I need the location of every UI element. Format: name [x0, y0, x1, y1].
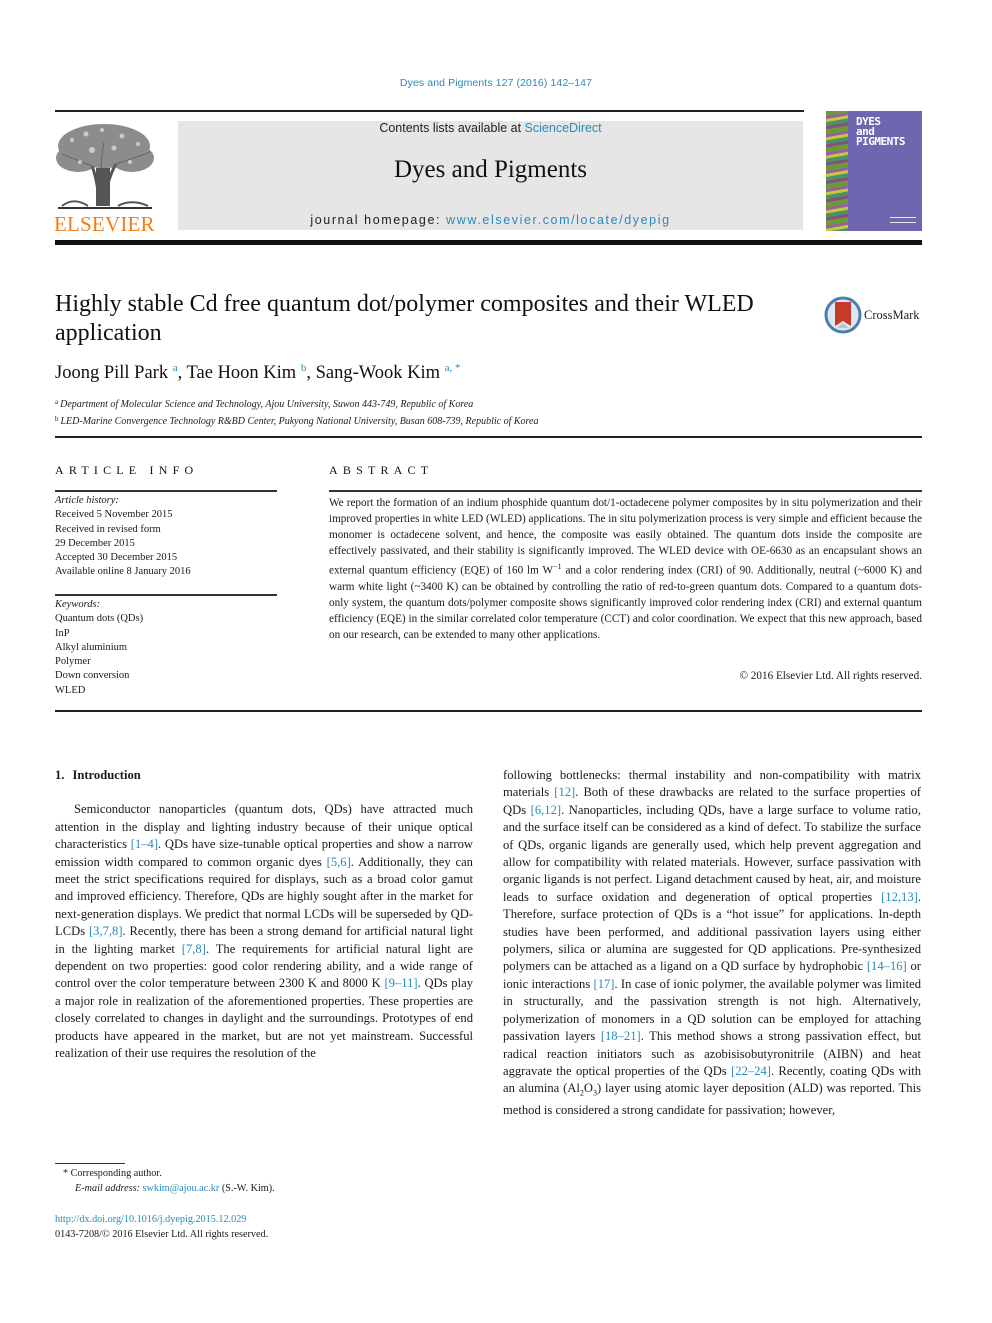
journal-homepage-link[interactable]: www.elsevier.com/locate/dyepig	[446, 213, 670, 227]
journal-name: Dyes and Pigments	[393, 156, 588, 183]
email-label: E-mail address:	[75, 1183, 143, 1194]
homepage-prefix: journal homepage:	[310, 213, 447, 227]
section-heading-introduction: 1. Introduction	[55, 767, 473, 784]
contents-prefix: Contents lists available at	[379, 121, 525, 135]
citation-link[interactable]: [12]	[554, 785, 575, 799]
corresponding-author-note: * Corresponding author.	[63, 1168, 162, 1179]
email-suffix: (S.-W. Kim).	[219, 1183, 275, 1194]
history-item: Received in revised form	[55, 523, 161, 535]
affil-text: Department of Molecular Science and Tech…	[60, 399, 474, 410]
citation-link[interactable]: [18–21]	[601, 1029, 641, 1043]
doi-link[interactable]: http://dx.doi.org/10.1016/j.dyepig.2015.…	[55, 1214, 246, 1225]
divider	[55, 710, 922, 712]
body-text: O	[583, 1081, 593, 1096]
cover-title-line: PIGMENTS	[856, 135, 905, 148]
divider	[55, 490, 277, 492]
cover-art-strip	[826, 111, 848, 231]
intro-paragraph: Semiconductor nanoparticles (quantum dot…	[55, 801, 473, 1062]
keyword-item: Down conversion	[55, 670, 130, 682]
citation-link[interactable]: [7,8]	[182, 942, 206, 956]
keywords-label: Keywords:	[55, 599, 101, 610]
keyword-item: Polymer	[55, 656, 91, 668]
citation-link[interactable]: [3,7,8]	[89, 924, 123, 938]
citation-link[interactable]: [22–24]	[731, 1064, 771, 1078]
article-history: Article history: Received 5 November 201…	[55, 494, 277, 580]
author-affil-mark[interactable]: a	[173, 362, 178, 374]
abstract-superscript: −1	[553, 562, 562, 571]
footnotes: * Corresponding author. E-mail address: …	[55, 1166, 275, 1196]
author-affil-mark[interactable]: b	[301, 362, 307, 374]
author-name[interactable]: Tae Hoon Kim	[187, 363, 297, 383]
abstract-body: We report the formation of an indium pho…	[329, 495, 922, 643]
issn-copyright: 0143-7208/© 2016 Elsevier Ltd. All right…	[55, 1229, 269, 1240]
divider	[55, 436, 922, 438]
keyword-item: WLED	[55, 684, 86, 696]
email-link[interactable]: swkim@ajou.ac.kr	[143, 1183, 220, 1194]
section-title: Introduction	[72, 768, 141, 782]
citation-link[interactable]: [5,6]	[327, 855, 351, 869]
doi-block: http://dx.doi.org/10.1016/j.dyepig.2015.…	[55, 1212, 268, 1242]
citation-link[interactable]: [9–11]	[384, 976, 417, 990]
crossmark-icon	[824, 296, 862, 334]
header-top-rule	[55, 110, 804, 112]
sciencedirect-link[interactable]: ScienceDirect	[525, 121, 602, 135]
author-affil-mark[interactable]: a, *	[445, 362, 461, 374]
keywords: Keywords: Quantum dots (QDs) InP Alkyl a…	[55, 598, 277, 698]
elsevier-wordmark: ELSEVIER	[54, 212, 155, 236]
divider	[329, 490, 922, 492]
body-text: . Nanoparticles, including QDs, have a l…	[503, 802, 921, 904]
body-column-left: 1. Introduction Semiconductor nanoparticl…	[55, 767, 473, 1063]
journal-citation-link[interactable]: Dyes and Pigments 127 (2016) 142–147	[0, 77, 992, 89]
article-title: Highly stable Cd free quantum dot/polyme…	[55, 291, 754, 346]
history-item: 29 December 2015	[55, 537, 135, 549]
abstract-heading: ABSTRACT	[329, 463, 434, 477]
footnote-divider	[55, 1163, 125, 1164]
affil-mark: a	[55, 398, 59, 406]
cover-title: DYES and PIGMENTS	[856, 116, 905, 148]
author-name[interactable]: Sang-Wook Kim	[316, 363, 440, 383]
journal-cover-image: DYES and PIGMENTS	[826, 111, 922, 231]
keyword-item: InP	[55, 627, 70, 639]
author-name[interactable]: Joong Pill Park	[55, 363, 168, 383]
citation-link[interactable]: [12,13]	[881, 890, 918, 904]
author-list: Joong Pill Park a, Tae Hoon Kim b, Sang-…	[55, 362, 461, 383]
email-note: E-mail address: swkim@ajou.ac.kr (S.-W. …	[55, 1181, 275, 1196]
citation-link[interactable]: [6,12]	[531, 803, 561, 817]
keyword-item: Quantum dots (QDs)	[55, 613, 144, 625]
contents-line: Contents lists available at ScienceDirec…	[178, 121, 803, 135]
cover-publisher-mark	[890, 217, 916, 223]
history-item: Accepted 30 December 2015	[55, 552, 178, 564]
section-number: 1.	[55, 768, 65, 782]
intro-paragraph-continued: following bottlenecks: thermal instabili…	[503, 767, 921, 1120]
crossmark-label: CrossMark	[864, 308, 920, 322]
affil-text: LED-Marine Convergence Technology R&BD C…	[60, 416, 539, 427]
divider	[55, 594, 277, 596]
crossmark-button[interactable]: CrossMark	[824, 296, 924, 336]
history-item: Available online 8 January 2016	[55, 566, 191, 578]
history-label: Article history:	[55, 495, 119, 506]
body-column-right: following bottlenecks: thermal instabili…	[503, 767, 921, 1120]
citation-link[interactable]: [17]	[594, 977, 615, 991]
affiliation-item: a Department of Molecular Science and Tec…	[55, 395, 538, 412]
affiliation-item: b LED-Marine Convergence Technology R&BD …	[55, 412, 538, 429]
article-info-heading: ARTICLE INFO	[55, 463, 199, 477]
citation-link[interactable]: [1–4]	[131, 837, 158, 851]
abstract-copyright: © 2016 Elsevier Ltd. All rights reserved…	[739, 670, 923, 682]
header-thick-rule	[55, 240, 922, 245]
journal-homepage-line: journal homepage: www.elsevier.com/locat…	[178, 213, 803, 227]
history-item: Received 5 November 2015	[55, 509, 173, 521]
keyword-item: Alkyl aluminium	[55, 641, 128, 653]
affiliations: a Department of Molecular Science and Tec…	[55, 395, 538, 429]
citation-link[interactable]: [14–16]	[867, 959, 907, 973]
affil-mark: b	[55, 415, 59, 423]
